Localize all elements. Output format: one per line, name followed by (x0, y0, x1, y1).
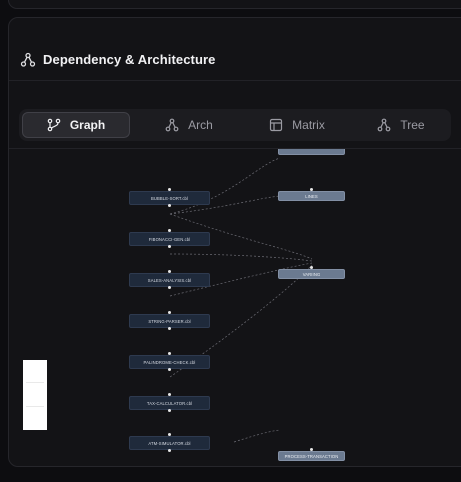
panel-header: Dependency & Architecture (9, 18, 461, 81)
previous-panel (8, 0, 461, 9)
graph-node[interactable] (278, 149, 345, 155)
node-port (310, 448, 313, 451)
node-port (168, 204, 171, 207)
arch-icon (165, 118, 179, 132)
graph-node[interactable]: ATM-SIMULATOR.cbl (129, 436, 210, 450)
graph-node[interactable]: SALES-ANALYSIS.cbl (129, 273, 210, 287)
tab-label: Arch (188, 118, 213, 132)
node-port (168, 245, 171, 248)
node-port (168, 352, 171, 355)
node-port (168, 229, 171, 232)
graph-node[interactable]: FIBONACCI-GEN.cbl (129, 232, 210, 246)
matrix-icon (270, 118, 283, 132)
node-port (168, 286, 171, 289)
graph-node[interactable]: BUBBLE-SORT.cbl (129, 191, 210, 205)
tab-label: Tree (400, 118, 425, 132)
node-port (168, 270, 171, 273)
node-port (168, 188, 171, 191)
node-port (168, 449, 171, 452)
node-port (168, 409, 171, 412)
dependency-graph[interactable]: BUBBLE-SORT.cbl FIBONACCI-GEN.cbl SALES-AN… (9, 149, 461, 466)
node-port (168, 393, 171, 396)
graph-edge (169, 157, 281, 215)
tab-label: Matrix (292, 118, 325, 132)
tab-arch[interactable]: Arch (137, 112, 241, 138)
minimap[interactable] (23, 360, 47, 430)
node-port (310, 188, 313, 191)
hierarchy-icon (20, 52, 36, 67)
graph-node[interactable]: STRING-PARSER.cbl (129, 314, 210, 328)
graph-node[interactable]: LINES (278, 191, 345, 201)
graph-edge (169, 253, 313, 262)
graph-edge (233, 429, 281, 443)
tab-matrix[interactable]: Matrix (245, 112, 349, 138)
panel-title: Dependency & Architecture (43, 52, 216, 67)
edge-layer (169, 157, 313, 443)
node-port (310, 266, 313, 269)
view-toolbar: Graph Arch Matrix Tree (19, 109, 451, 141)
node-port (168, 368, 171, 371)
dependency-panel: Dependency & Architecture Graph Arch Mat… (8, 17, 461, 467)
node-port (168, 433, 171, 436)
tree-icon (377, 118, 391, 132)
graph-node[interactable]: TAX-CALCULATOR.cbl (129, 396, 210, 410)
graph-node[interactable]: PALINDROME-CHECK.cbl (129, 355, 210, 369)
node-port (168, 327, 171, 330)
graph-node[interactable]: PROCESS-TRANSACTION (278, 451, 345, 461)
node-port (168, 311, 171, 314)
graph-node[interactable]: VARIING (278, 269, 345, 279)
tab-tree[interactable]: Tree (353, 112, 449, 138)
graph-icon (47, 118, 61, 132)
tab-graph[interactable]: Graph (22, 112, 130, 138)
tab-label: Graph (69, 118, 106, 132)
